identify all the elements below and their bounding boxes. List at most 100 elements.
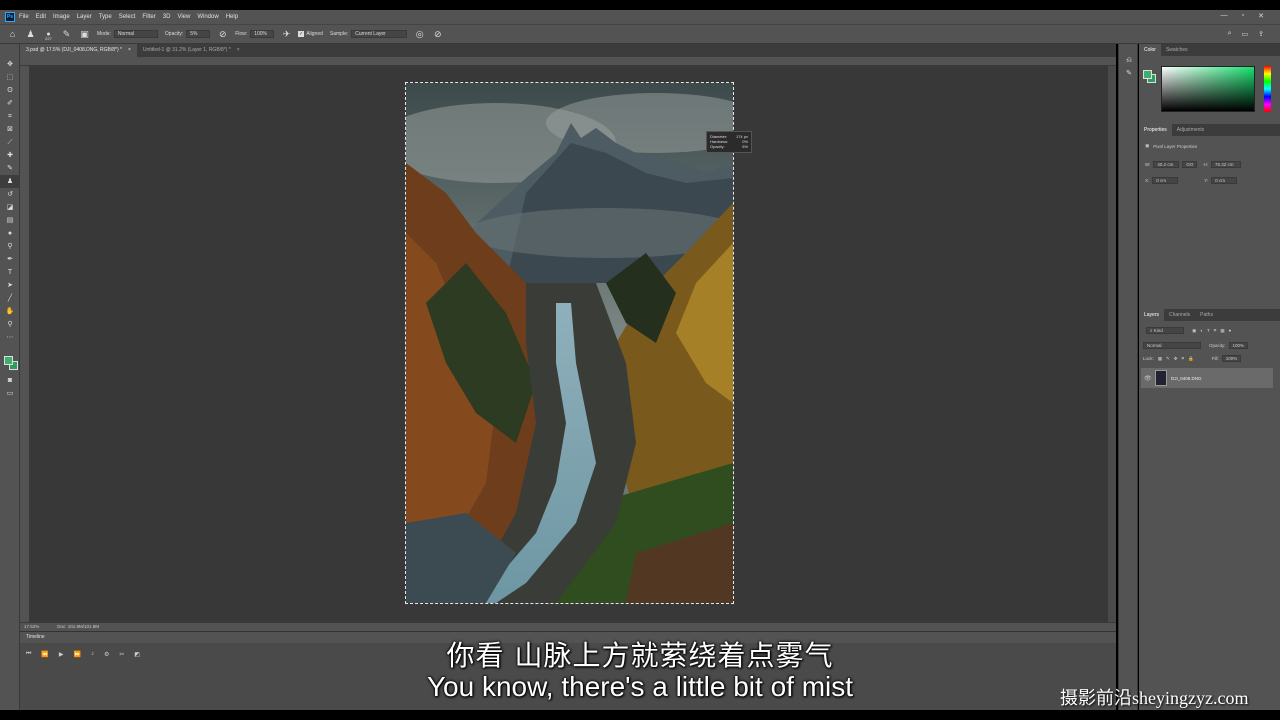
quick-select-tool-icon[interactable]: ✐ [0, 97, 20, 110]
search-icon[interactable]: ⌕ [1228, 30, 1232, 38]
document-image[interactable] [405, 82, 734, 604]
bottom-letterbox [0, 710, 1280, 720]
layer-row[interactable]: 👁 DJI_0408.DNG [1141, 368, 1273, 388]
link-dimensions-button[interactable]: GO [1182, 161, 1198, 168]
menu-3d[interactable]: 3D [163, 14, 171, 20]
fill-input[interactable]: 100% [1221, 355, 1242, 362]
document-tabs: 3.psd @ 17.5% (DJI_0408.DNG, RGB/8*) * ×… [20, 44, 1116, 57]
tab-channels[interactable]: Channels [1164, 309, 1195, 321]
layer-filter-row: ⌕ Kind ▣◐T⌗▦● [1143, 327, 1235, 334]
type-tool-icon[interactable]: T [0, 266, 20, 279]
move-tool-icon[interactable]: ✥ [0, 58, 20, 71]
clone-stamp-tool-icon[interactable]: ♟ [0, 175, 20, 188]
tab-adjustments[interactable]: Adjustments [1172, 124, 1210, 136]
sample-select[interactable]: Current Layer [351, 30, 408, 38]
airbrush-icon[interactable]: ✈ [281, 29, 292, 40]
menu-layer[interactable]: Layer [77, 14, 92, 20]
tab-layers[interactable]: Layers [1139, 309, 1165, 321]
hand-tool-icon[interactable]: ✋ [0, 305, 20, 318]
width-input[interactable]: 40.2 cm [1153, 161, 1180, 168]
menu-type[interactable]: Type [99, 14, 112, 20]
zoom-tool-icon[interactable]: ⚲ [0, 318, 20, 331]
crop-tool-icon[interactable]: ⌗ [0, 110, 20, 123]
menu-edit[interactable]: Edit [36, 14, 46, 20]
line-tool-icon[interactable]: ╱ [0, 292, 20, 305]
pen-tool-icon[interactable]: ✒ [0, 253, 20, 266]
menu-file[interactable]: File [19, 14, 29, 20]
foreground-color-swatch[interactable] [4, 356, 13, 365]
menu-view[interactable]: View [177, 14, 190, 20]
clone-source-icon[interactable]: ▣ [79, 29, 90, 40]
x-input[interactable]: 0 cm [1152, 177, 1179, 184]
eraser-tool-icon[interactable]: ◪ [0, 201, 20, 214]
pressure-opacity-icon[interactable]: ⊘ [217, 29, 228, 40]
color-panel-tabs: Color Swatches [1139, 44, 1280, 56]
brush-panel-icon[interactable]: ✎ [1119, 67, 1139, 80]
zoom-level[interactable]: 17.52% [24, 623, 39, 631]
quick-mask-icon[interactable]: ◙ [0, 374, 20, 387]
tab-paths[interactable]: Paths [1195, 309, 1218, 321]
brush-tool-icon[interactable]: ✎ [0, 162, 20, 175]
hue-slider[interactable] [1264, 66, 1271, 112]
menu-filter[interactable]: Filter [142, 14, 155, 20]
blur-tool-icon[interactable]: ● [0, 227, 20, 240]
color-field[interactable] [1161, 66, 1255, 112]
history-brush-tool-icon[interactable]: ↺ [0, 188, 20, 201]
gradient-tool-icon[interactable]: ▤ [0, 214, 20, 227]
mode-select[interactable]: Normal [113, 30, 158, 38]
frame-tool-icon[interactable]: ⊠ [0, 123, 20, 136]
brush-settings-icon[interactable]: ✎ [61, 29, 72, 40]
color-panel-foreground-swatch[interactable] [1143, 70, 1152, 79]
close-icon[interactable]: × [128, 44, 131, 57]
menu-select[interactable]: Select [119, 14, 136, 20]
dodge-tool-icon[interactable]: ⚲ [0, 240, 20, 253]
layer-kind-filter[interactable]: ⌕ Kind [1146, 327, 1184, 334]
blend-mode-select[interactable]: Normal [1143, 342, 1201, 349]
eyedropper-tool-icon[interactable]: ⟋ [0, 136, 20, 149]
home-icon[interactable]: ⌂ [7, 29, 18, 40]
path-select-tool-icon[interactable]: ➤ [0, 279, 20, 292]
flow-input[interactable]: 100% [250, 30, 275, 38]
status-bar: 17.52% Doc: 101.9M/101.9M [20, 622, 1116, 631]
options-right-icons: ⌕ ▭ ⇪ [1228, 30, 1264, 38]
layer-filter-icons[interactable]: ▣◐T⌗▦● [1192, 328, 1235, 334]
aligned-label: Aligned [306, 31, 323, 37]
lasso-tool-icon[interactable]: ʘ [0, 84, 20, 97]
tab-3-psd[interactable]: 3.psd @ 17.5% (DJI_0408.DNG, RGB/8*) * × [20, 44, 137, 57]
menu-bar: Ps File Edit Image Layer Type Select Fil… [0, 10, 1280, 24]
layer-opacity-input[interactable]: 100% [1228, 342, 1249, 349]
menu-window[interactable]: Window [197, 14, 218, 20]
tab-swatches[interactable]: Swatches [1161, 44, 1193, 56]
aligned-checkbox[interactable]: ✓ [298, 31, 305, 37]
minimize-button[interactable]: — [1221, 12, 1228, 20]
tab-untitled-1[interactable]: Untitled-1 @ 31.2% (Layer 1, RGB/8*) * × [137, 44, 246, 57]
menu-image[interactable]: Image [53, 14, 70, 20]
pressure-size-icon[interactable]: ⊘ [432, 29, 443, 40]
opacity-input[interactable]: 5% [186, 30, 211, 38]
brush-preset-icon[interactable]: ● 227 [43, 29, 54, 41]
tab-properties[interactable]: Properties [1139, 124, 1172, 136]
history-panel-icon[interactable]: ⎌ [1119, 54, 1139, 67]
height-input[interactable]: 75.32 cm [1210, 161, 1241, 168]
healing-brush-tool-icon[interactable]: ✚ [0, 149, 20, 162]
y-input[interactable]: 0 cm [1211, 177, 1238, 184]
vertical-scrollbar[interactable] [1108, 66, 1116, 622]
share-icon[interactable]: ⇪ [1258, 30, 1264, 38]
layer-name[interactable]: DJI_0408.DNG [1171, 376, 1202, 381]
workspace-icon[interactable]: ▭ [1242, 30, 1249, 38]
clone-stamp-tool-icon[interactable]: ♟ [25, 29, 36, 40]
maximize-button[interactable]: ▫ [1242, 12, 1244, 20]
tab-color[interactable]: Color [1139, 44, 1161, 56]
menu-help[interactable]: Help [226, 14, 238, 20]
close-icon[interactable]: × [237, 44, 240, 57]
tab-label: Untitled-1 @ 31.2% (Layer 1, RGB/8*) * [142, 47, 231, 53]
lock-icons[interactable]: ▦✎✥⌗🔒 [1158, 356, 1198, 362]
ignore-adjustment-icon[interactable]: ◎ [414, 29, 425, 40]
marquee-tool-icon[interactable]: ⬚ [0, 71, 20, 84]
doc-size: Doc: 101.9M/101.9M [57, 624, 100, 629]
vertical-ruler [20, 66, 30, 622]
visibility-eye-icon[interactable]: 👁 [1144, 375, 1152, 382]
screen-mode-icon[interactable]: ▭ [0, 387, 20, 400]
more-tools-icon[interactable]: ⋯ [0, 331, 20, 344]
close-button[interactable]: ✕ [1258, 12, 1264, 20]
